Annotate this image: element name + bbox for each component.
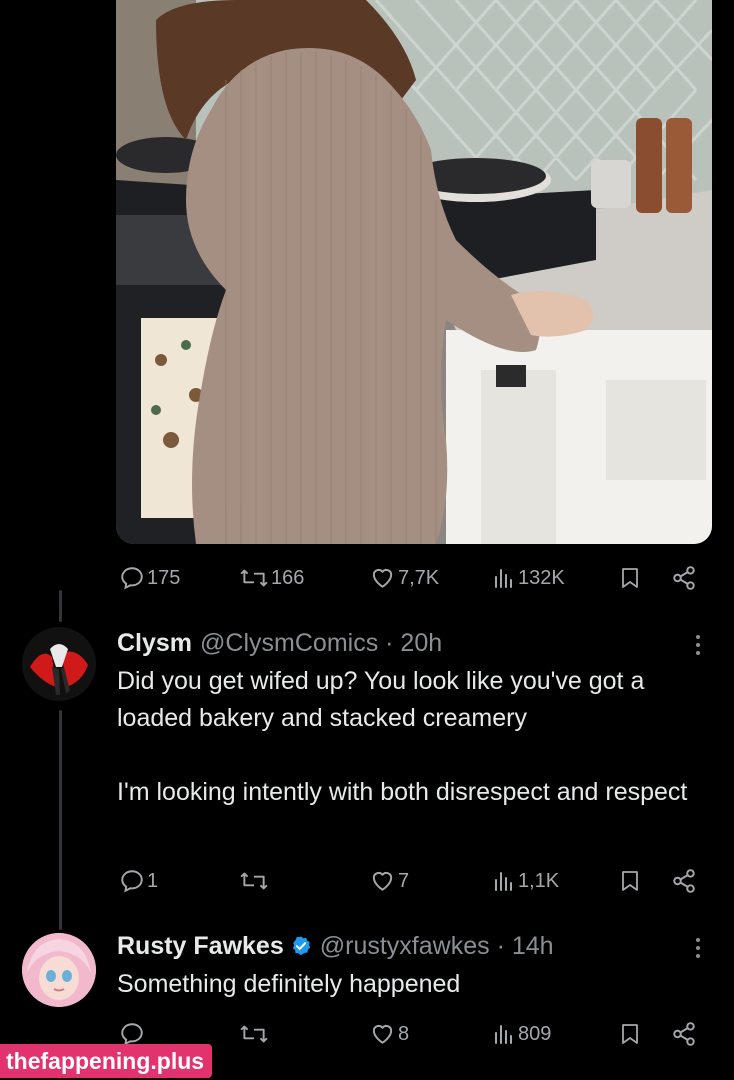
views-icon [495, 1025, 512, 1044]
timestamp[interactable]: · 14h [490, 932, 554, 961]
bookmark-icon [622, 1024, 638, 1044]
avatar[interactable] [22, 627, 96, 701]
reply-icon [121, 870, 143, 893]
like-button[interactable]: 7 [369, 866, 409, 896]
clysm-avatar-icon [22, 627, 96, 701]
reply-action-bar: 1 7 1,1K [116, 866, 704, 896]
user-handle[interactable]: @rustyxfawkes [320, 932, 490, 961]
views-count: 132K [518, 566, 565, 589]
repost-icon [240, 569, 268, 587]
bookmark-icon [622, 568, 638, 588]
views-button[interactable]: 132K [492, 563, 565, 593]
heart-icon [372, 568, 393, 588]
bookmark-button[interactable] [618, 1019, 642, 1049]
tweet-header: Rusty Fawkes @rustyxfawkes · 14h [117, 929, 554, 963]
more-options-button[interactable] [688, 933, 708, 963]
share-icon [673, 869, 695, 893]
repost-icon [240, 872, 268, 890]
display-name[interactable]: Clysm [117, 629, 192, 658]
share-button[interactable] [671, 1019, 697, 1049]
like-button[interactable]: 8 [369, 1019, 409, 1049]
display-name[interactable]: Rusty Fawkes [117, 932, 284, 961]
bookmark-button[interactable] [618, 866, 642, 896]
repost-button[interactable] [239, 866, 271, 896]
verified-badge-icon [290, 935, 312, 957]
like-button[interactable]: 7,7K [369, 563, 439, 593]
views-count: 809 [518, 1022, 552, 1045]
watermark: thefappening.plus [0, 1044, 213, 1078]
tweet-header: Clysm @ClysmComics · 20h [117, 626, 442, 660]
share-button[interactable] [671, 866, 697, 896]
share-icon [673, 566, 695, 590]
reply-button[interactable]: 1 [119, 866, 158, 896]
views-count: 1,1K [518, 869, 560, 892]
tweet-text: Something definitely happened [117, 970, 461, 998]
repost-button[interactable] [239, 1019, 271, 1049]
views-icon [495, 872, 512, 891]
share-icon [673, 1022, 695, 1046]
rusty-avatar-icon [22, 933, 96, 1007]
views-button[interactable]: 1,1K [492, 866, 559, 896]
reply-icon [121, 567, 143, 590]
avatar[interactable] [22, 933, 96, 1007]
tweet-text: Did you get wifed up? You look like you'… [117, 667, 688, 806]
repost-count: 166 [271, 566, 305, 589]
post-image[interactable] [116, 0, 712, 544]
heart-icon [372, 1024, 393, 1044]
repost-button[interactable]: 166 [239, 563, 304, 593]
thread-line [59, 710, 62, 930]
like-count: 8 [398, 1022, 410, 1045]
views-icon [495, 569, 512, 588]
share-button[interactable] [671, 563, 697, 593]
like-count: 7,7K [398, 566, 440, 589]
timestamp[interactable]: · 20h [378, 629, 442, 658]
thread-line [59, 590, 62, 622]
bookmark-button[interactable] [618, 563, 642, 593]
reply-button[interactable]: 175 [119, 563, 180, 593]
reply-count: 175 [147, 566, 181, 589]
user-handle[interactable]: @ClysmComics [200, 629, 378, 658]
repost-icon [240, 1025, 268, 1043]
post-action-bar: 175 166 7,7K 132K [116, 563, 704, 593]
like-count: 7 [398, 869, 410, 892]
views-button[interactable]: 809 [492, 1019, 551, 1049]
heart-icon [372, 871, 393, 891]
bookmark-icon [622, 871, 638, 891]
reply-count: 1 [147, 869, 159, 892]
more-options-button[interactable] [688, 630, 708, 660]
